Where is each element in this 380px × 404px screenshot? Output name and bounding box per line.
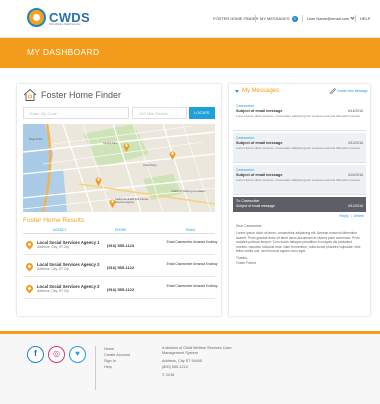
results-title: Foster Home Results xyxy=(23,217,85,224)
footer-link-help[interactable]: Help xyxy=(104,364,130,370)
agency-address: Address, City, ST Zip xyxy=(37,245,69,249)
message-signature: Foster Parent xyxy=(236,260,256,265)
map[interactable]: Central Park California Health and Human… xyxy=(23,124,215,212)
location-pin-icon xyxy=(24,239,35,250)
nav-divider xyxy=(302,15,303,22)
column-header-agency: Agency xyxy=(53,228,67,232)
messages-title: My Messages xyxy=(242,88,280,94)
message-from: Caseworker xyxy=(236,104,255,108)
action-separator: | xyxy=(350,214,352,218)
footer-info: A division of Child Welfare Services Cas… xyxy=(162,346,242,378)
logo-mark-icon xyxy=(27,8,46,27)
zip-code-input[interactable]: Enter Zip Code xyxy=(23,107,129,119)
nav-divider xyxy=(355,15,356,22)
nav-help[interactable]: HELP xyxy=(360,16,370,21)
message-from: Caseworker xyxy=(236,168,255,172)
dashboard-banner: MY DASHBOARD xyxy=(0,38,380,68)
map-label: California Health and Human Services Age… xyxy=(115,198,149,204)
map-label: Central Park xyxy=(103,142,118,145)
message-item[interactable]: Caseworker Subject of email message 4/12… xyxy=(233,133,366,163)
foster-home-finder-card: Foster Home Finder Enter Zip Code 100 Mi… xyxy=(17,84,221,316)
nav-my-messages[interactable]: MY MESSAGES 3 xyxy=(260,16,298,22)
table-row[interactable]: Local Social Services Agency 2 Address, … xyxy=(23,279,218,299)
results-table-header: Agency Phone Email xyxy=(23,227,215,234)
caret-down-icon[interactable] xyxy=(235,90,239,93)
finder-title: Foster Home Finder xyxy=(41,90,122,100)
message-date: 4/12/2016 xyxy=(347,141,363,145)
nav-divider xyxy=(255,15,256,22)
footer: f ◎ ♥ Home Create Account Sign In Help A… xyxy=(0,334,380,404)
column-header-email: Email xyxy=(186,228,196,232)
message-paragraph: Lorem ipsum dolor sit amet, consectetur … xyxy=(236,231,361,254)
radius-select[interactable]: 100 Mile Radius xyxy=(132,107,187,119)
message-preview: Lorem ipsum dolor sit amet, consectetur … xyxy=(236,146,361,150)
nav-my-messages-label: MY MESSAGES xyxy=(260,16,290,22)
cwds-logo[interactable]: CWDS Child Welfare Digital Services xyxy=(27,8,90,30)
nav-foster-home-finder[interactable]: FOSTER HOME FINDER xyxy=(213,16,258,21)
map-pin-icon[interactable] xyxy=(123,142,130,152)
location-pin-icon xyxy=(24,261,35,272)
message-subject: Subject of email message xyxy=(236,173,283,177)
message-item[interactable]: Caseworker Subject of email message 6/14… xyxy=(233,101,366,131)
nav-user-menu[interactable]: User.Name@email.com xyxy=(307,15,355,21)
location-pin-icon xyxy=(24,283,35,294)
agency-phone: (916) 555-1123 xyxy=(107,243,135,248)
message-subject: Subject of email message xyxy=(236,109,283,113)
facebook-icon[interactable]: f xyxy=(27,346,44,363)
message-recipient: To: Caseworker xyxy=(236,199,260,203)
message-subject: Subject of email message xyxy=(236,204,275,208)
page-title: MY DASHBOARD xyxy=(27,47,100,57)
selected-message[interactable]: To: Caseworker Subject of email message … xyxy=(233,197,366,212)
message-preview: Lorem ipsum dolor sit amet, consectetur … xyxy=(236,178,361,182)
message-date: 4/12/2016 xyxy=(347,204,363,208)
pencil-icon xyxy=(330,88,336,94)
agency-phone: (916) 555-1122 xyxy=(107,287,135,292)
map-label: Kings Point xyxy=(29,138,43,141)
agency-address: Address, City, ST Zip xyxy=(37,267,69,271)
message-date: 3/24/2016 xyxy=(347,173,363,177)
message-subject: Subject of email message xyxy=(236,141,283,145)
footer-divider xyxy=(95,346,96,390)
delete-link[interactable]: Delete xyxy=(354,214,364,218)
email-caseworker-link[interactable]: Email Caseworker Amanda Knoblay xyxy=(166,240,218,245)
user-email: User.Name@email.com xyxy=(307,16,350,21)
message-body: Dear Caseworker, Lorem ipsum dolor sit a… xyxy=(236,224,364,268)
map-label: Union Pkwy xyxy=(143,164,157,167)
twitter-icon[interactable]: ♥ xyxy=(69,346,86,363)
create-new-message-link[interactable]: Create New Message xyxy=(337,89,368,93)
messages-header: My Messages Create New Message xyxy=(229,84,370,99)
email-caseworker-link[interactable]: Email Caseworker Amanda Knoblay xyxy=(166,284,218,289)
message-count-badge: 3 xyxy=(291,16,298,22)
footer-org: A division of Child Welfare Services Cas… xyxy=(162,346,232,356)
column-header-phone: Phone xyxy=(115,228,127,232)
map-label: California Walking Foundation xyxy=(171,190,206,193)
footer-phone: (800) 555-1212 xyxy=(162,364,188,369)
my-messages-card: My Messages Create New Message Caseworke… xyxy=(229,84,370,316)
message-greeting: Dear Caseworker, xyxy=(236,224,263,228)
email-caseworker-link[interactable]: Email Caseworker Amanda Knoblay xyxy=(166,262,218,267)
locate-button[interactable]: LOCATE xyxy=(189,107,215,119)
reply-link[interactable]: Reply xyxy=(339,214,348,218)
message-preview: Lorem ipsum dolor sit amet, consectetur … xyxy=(236,114,361,118)
agency-address: Address, City, ST Zip xyxy=(37,289,69,293)
message-date: 6/14/2016 xyxy=(347,109,363,113)
agency-phone: (916) 555-1122 xyxy=(107,265,135,270)
map-pin-icon[interactable] xyxy=(95,176,102,186)
message-actions: Reply | Delete xyxy=(339,214,364,218)
table-row[interactable]: Local Social Services Agency 2 Address, … xyxy=(23,257,218,277)
instagram-icon[interactable]: ◎ xyxy=(48,346,65,363)
house-icon xyxy=(23,88,37,101)
footer-copyright: © 2016 xyxy=(162,372,175,377)
message-from: Caseworker xyxy=(236,136,255,140)
logo-subtitle: Child Welfare Digital Services xyxy=(49,23,81,26)
footer-links: Home Create Account Sign In Help xyxy=(104,346,130,370)
table-row[interactable]: Local Social Services Agency 1 Address, … xyxy=(23,235,218,255)
message-item[interactable]: Caseworker Subject of email message 3/24… xyxy=(233,165,366,195)
map-pin-icon[interactable] xyxy=(169,150,176,160)
top-navigation-bar: CWDS Child Welfare Digital Services FOST… xyxy=(0,0,380,38)
